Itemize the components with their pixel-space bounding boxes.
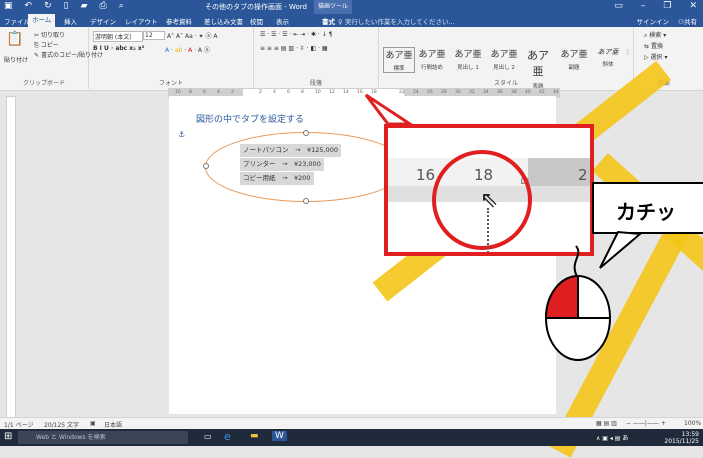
zoom-level[interactable]: 100% bbox=[684, 420, 701, 427]
taskbar-search[interactable]: Web と Windows を検索 bbox=[18, 431, 188, 444]
windows-start-icon[interactable]: ⊞ bbox=[4, 431, 12, 442]
clock[interactable]: 13:59 2015/11/25 bbox=[664, 431, 699, 445]
proofing-icon[interactable]: ▣ bbox=[90, 420, 96, 427]
edge-icon[interactable]: e bbox=[224, 430, 231, 443]
word-count[interactable]: 20/125 文字 bbox=[44, 420, 79, 429]
taskbar: ⊞ Web と Windows を検索 ▭ e ▬ W ∧ ▣ ◂ ▤ あ 13… bbox=[0, 429, 703, 446]
language[interactable]: 日本語 bbox=[104, 420, 122, 429]
zoom-slider[interactable]: − ——|—— + bbox=[626, 420, 666, 427]
task-view-icon[interactable]: ▭ bbox=[204, 432, 212, 441]
page-count[interactable]: 1/1 ページ bbox=[4, 420, 33, 429]
clock-time: 13:59 bbox=[681, 431, 699, 438]
explorer-icon[interactable]: ▬ bbox=[250, 431, 259, 441]
clock-date: 2015/11/25 bbox=[664, 438, 699, 445]
mouse-illustration bbox=[544, 230, 643, 361]
view-buttons[interactable]: ▦ ▤ ▥ bbox=[596, 420, 617, 427]
word-taskbar-icon[interactable]: W bbox=[272, 431, 287, 441]
tray-icons[interactable]: ∧ ▣ ◂ ▤ あ bbox=[596, 433, 628, 442]
